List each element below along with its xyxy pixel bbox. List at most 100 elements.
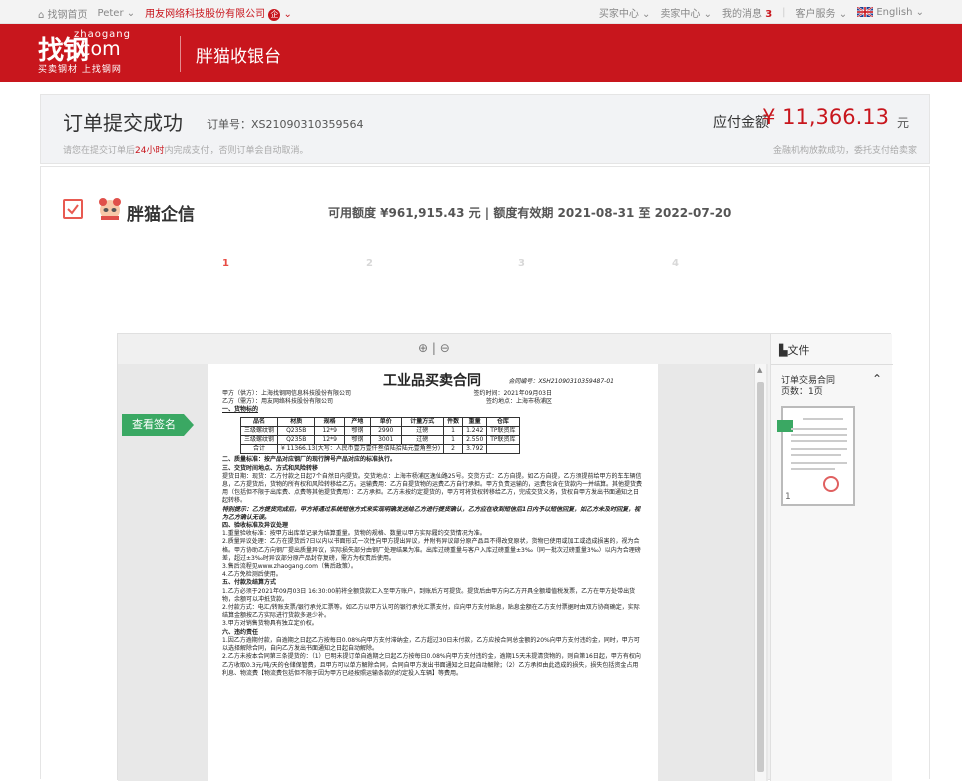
- step-label: 签署交易合同: [241, 256, 307, 269]
- scroll-up-icon[interactable]: ▲: [757, 366, 762, 374]
- contract-paragraph: 提货日期：现货：乙方付款之日起7个自然日内提货。交货地点：上海市杨浦区逸仙路25…: [222, 472, 643, 505]
- uk-flag-icon: [856, 6, 874, 18]
- step-verify: 3 借款意愿验证: [483, 243, 643, 283]
- step-enter-amount: 2 输入支付金额: [333, 243, 493, 283]
- loan-tip: 金融机构放款成功，委托支付给卖家: [772, 146, 917, 156]
- divider: |: [782, 7, 786, 18]
- progress-steps: 1 签署交易合同 2 输入支付金额 3 借款意愿验证 4 金融机构放款: [183, 243, 803, 283]
- thumb-page-number: 1: [785, 492, 791, 502]
- zoom-controls[interactable]: ⊕ | ⊖: [418, 341, 450, 355]
- section-heading: 二、质量标准：按产品对应钢厂的现行牌号产品对应的标准执行。: [222, 456, 397, 464]
- site-header: 找钢 zhaogang .com 买卖钢材 上找钢网 胖猫收银台: [0, 24, 962, 82]
- file-entry[interactable]: 订单交易合同 页数：1页: [781, 376, 835, 398]
- home-icon: ⌂: [38, 9, 45, 21]
- thumb-line: [791, 440, 847, 442]
- buyer-center-menu[interactable]: 买家中心 ⌄: [599, 5, 651, 20]
- main-panel: 胖猫企信 可用额度 ¥961,915.43 元 | 额度有效期 2021-08-…: [40, 166, 930, 781]
- step-number: 4: [667, 254, 684, 272]
- party-row: 乙方（需方）：用友网络科技股份有限公司 签约地点：上海市杨浦区: [222, 398, 552, 406]
- top-bar-left: ⌂ 找钢首页 Peter ⌄ 用友网络科技股份有限公司 企 ⌄: [38, 5, 292, 21]
- document-area[interactable]: 查看签名 工业品买卖合同 合同编号：XSH21090310359487-01 甲…: [118, 364, 768, 781]
- credit-brand: 胖猫企信: [127, 205, 195, 225]
- goods-table: 品名 材质 规格 产地 单价 计量方式 件数 重量 仓库 三级螺纹钢 Q235B 12*9 鄂钢 299…: [239, 416, 520, 455]
- section-heading: 五、付款及结算方式: [222, 579, 277, 587]
- logo-domain: .com: [74, 38, 121, 60]
- contract-paragraph: 1.因乙方逾期付款，自逾期之日起乙方按每日0.08%向甲方支付滞纳金，乙方超过3…: [222, 636, 640, 653]
- cashier-title: 胖猫收银台: [196, 47, 281, 67]
- thumb-line: [791, 462, 847, 464]
- step-label: 输入支付金额: [385, 256, 451, 269]
- seal-stamp-icon: [823, 476, 839, 492]
- files-header: ▙文件: [779, 344, 810, 357]
- view-signature-button[interactable]: 查看签名: [122, 414, 194, 436]
- credit-row: 胖猫企信 可用额度 ¥961,915.43 元 | 额度有效期 2021-08-…: [63, 197, 903, 227]
- table-row: 三级螺纹钢 Q235B 12*9 鄂钢 3001 过磅 1 2.550 TP联资库: [239, 435, 520, 446]
- chevron-down-icon: ⌄: [915, 7, 924, 18]
- step-label: 借款意愿验证: [537, 256, 603, 269]
- order-number: 订单号：XS21090310359564: [207, 118, 364, 131]
- contract-paragraph: 1.乙方必须于2021年09月03日 16:30:00前将全额货款汇入至甲方账户…: [222, 587, 636, 603]
- messages-link[interactable]: 我的消息 3: [722, 5, 772, 20]
- step-loan: 4 金融机构放款: [633, 243, 803, 283]
- page-thumbnail[interactable]: 1: [777, 406, 855, 506]
- page-title: 订单提交成功: [63, 111, 183, 135]
- signed-check-icon: [777, 420, 793, 432]
- user-menu[interactable]: Peter ⌄: [98, 8, 136, 19]
- customer-service-menu[interactable]: 客户服务 ⌄: [796, 5, 848, 20]
- contract-content: 工业品买卖合同 合同编号：XSH21090310359487-01 甲方（供方）…: [222, 372, 642, 678]
- table-total-row: 合计 ¥ 11366.13(大写：人民币壹万壹仟叁佰陆拾陆元壹角叁分) 2 3.792: [239, 444, 520, 455]
- scrollbar-thumb[interactable]: [757, 382, 764, 772]
- message-count-badge: 3: [765, 9, 773, 20]
- seller-center-menu[interactable]: 卖家中心 ⌄: [660, 5, 712, 20]
- step-label: 金融机构放款: [691, 256, 757, 269]
- party-row: 甲方（供方）：上海找钢网信息科技股份有限公司 签约时间：2021年09月03日: [222, 390, 552, 397]
- chevron-down-icon: ⌄: [838, 9, 848, 20]
- contract-paragraph: 2.乙方未按本合同第三条提货的：（1）已明未提订单自逾期之日起乙方按每日0.08…: [222, 653, 641, 677]
- thumb-line: [803, 418, 843, 420]
- thumb-line: [791, 434, 847, 436]
- panda-logo-icon: [99, 198, 121, 220]
- header-divider: [180, 36, 181, 72]
- contract-paragraph: 3.售后流程见www.zhaogang.com（售后政策）。: [222, 563, 357, 571]
- section-heading: 三、交货时间地点、方式和风险转移: [222, 464, 319, 472]
- chevron-down-icon: ⌄: [642, 9, 651, 20]
- contract-paragraph: 2.付款方式：电汇/转账支票/银行承兑汇票等。如乙方以甲方认可的银行承兑汇票支付…: [222, 604, 640, 620]
- top-bar-right: 买家中心 ⌄ 卖家中心 ⌄ 我的消息 3 | 客户服务 ⌄ English ⌄: [599, 5, 924, 20]
- contract-paragraph: 特别提示：乙方提货完成后，甲方将通过系统短信方式来实现明确发送给乙方进行提货确认…: [222, 505, 641, 521]
- chevron-down-icon: ⌄: [126, 7, 136, 19]
- section-heading: 六、违约责任: [222, 628, 259, 636]
- vertical-scrollbar[interactable]: ▲: [754, 364, 766, 781]
- thumb-line: [791, 428, 847, 430]
- step-sign-contract: 1 签署交易合同: [183, 243, 343, 283]
- company-menu[interactable]: 用友网络科技股份有限公司 企 ⌄: [145, 5, 292, 21]
- step-number: 1: [217, 254, 234, 272]
- amount-value: ¥ 11,366.13: [762, 105, 889, 129]
- language-menu[interactable]: English ⌄: [856, 6, 924, 18]
- contract-page: 工业品买卖合同 合同编号：XSH21090310359487-01 甲方（供方）…: [208, 364, 658, 781]
- company-badge-icon: 企: [268, 9, 281, 21]
- payment-deadline-tip: 请您在提交订单后24小时内完成支付，否则订单会自动取消。: [63, 146, 309, 156]
- table-row: 三级螺纹钢 Q235B 12*9 鄂钢 2990 过磅 1 1.242 TP联资库: [239, 425, 520, 437]
- top-bar: ⌂ 找钢首页 Peter ⌄ 用友网络科技股份有限公司 企 ⌄ 买家中心 ⌄ 卖…: [0, 0, 962, 24]
- thumb-line: [791, 468, 835, 470]
- chevron-down-icon: ⌄: [703, 9, 713, 20]
- contract-paragraph: 4.乙方免检测后使用。: [222, 571, 282, 579]
- credit-quota: 可用额度 ¥961,915.43 元 | 额度有效期 2021-08-31 至 …: [328, 206, 732, 220]
- section-heading: 一、货物标的: [222, 406, 259, 414]
- contract-viewer: ⊕ | ⊖ 查看签名 工业品买卖合同 合同编号：XSH2109031035948…: [117, 333, 893, 781]
- step-number: 2: [361, 254, 378, 272]
- chevron-down-icon: ⌄: [283, 9, 292, 20]
- chevron-up-icon[interactable]: ⌃: [872, 372, 882, 386]
- credit-checkbox[interactable]: [63, 199, 83, 219]
- contract-number: 合同编号：XSH21090310359487-01: [508, 378, 614, 385]
- order-summary: 订单提交成功 订单号：XS21090310359564 请您在提交订单后24小时…: [40, 94, 930, 164]
- sidebar-divider: [771, 364, 893, 365]
- contract-paragraph: 3.甲方对销售货物具有独立定价权。: [222, 620, 318, 628]
- contract-paragraph: 2.质量异议处理：乙方在提货后7日以内以书面形式一次性向甲方提出异议，并附有异议…: [222, 538, 641, 562]
- logo-slogan: 买卖钢材 上找钢网: [38, 65, 122, 75]
- amount-unit: 元: [896, 116, 909, 130]
- amount-label: 应付金额: [713, 115, 769, 131]
- step-number: 3: [513, 254, 530, 272]
- home-link[interactable]: ⌂ 找钢首页: [38, 6, 88, 21]
- thumb-line: [791, 448, 847, 450]
